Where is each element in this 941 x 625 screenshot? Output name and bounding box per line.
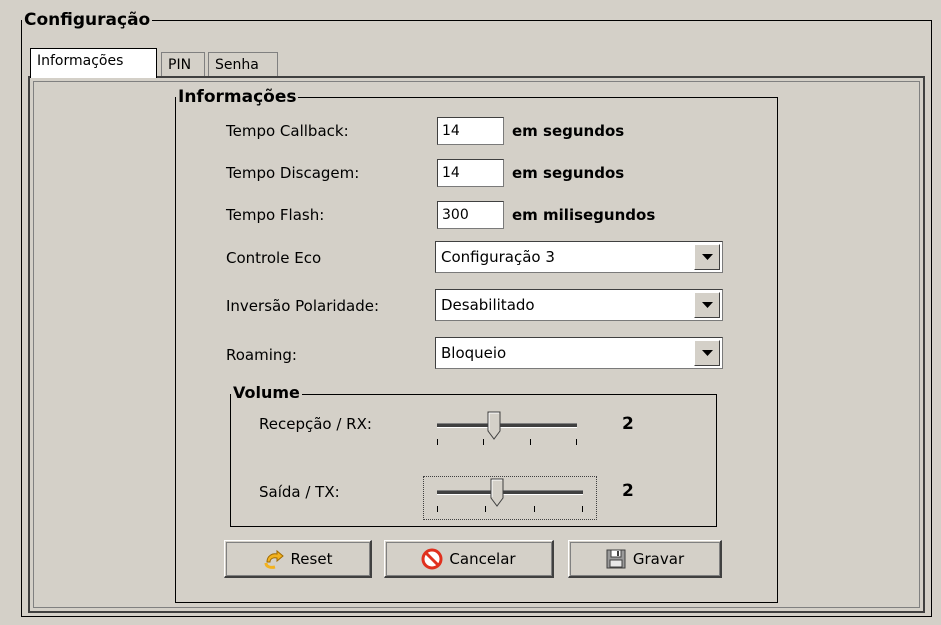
tempo-discagem-unit: em segundos [512, 164, 625, 182]
configuration-group-title: Configuração [22, 10, 153, 30]
cancel-icon [421, 548, 443, 569]
tempo-callback-unit: em segundos [512, 122, 625, 140]
slider-tick [576, 439, 577, 445]
tempo-callback-label: Tempo Callback: [226, 122, 349, 140]
chevron-down-icon [702, 254, 713, 260]
inversao-polaridade-select[interactable]: Desabilitado [435, 289, 723, 321]
reset-button[interactable]: Reset [224, 540, 372, 578]
tempo-discagem-label: Tempo Discagem: [226, 164, 360, 182]
cancel-button[interactable]: Cancelar [384, 540, 554, 578]
chevron-down-icon [702, 302, 713, 308]
info-group-title: Informações [176, 87, 299, 107]
recepcao-rx-label: Recepção / RX: [259, 415, 372, 433]
slider-tick [437, 506, 438, 512]
floppy-disk-icon [606, 549, 626, 568]
tempo-callback-input[interactable]: 14 [437, 117, 504, 145]
volume-group-title: Volume [231, 383, 302, 403]
chevron-down-icon [702, 350, 713, 356]
saida-tx-label: Saída / TX: [259, 483, 340, 501]
tempo-discagem-input[interactable]: 14 [437, 159, 504, 187]
slider-track [437, 490, 583, 495]
recepcao-rx-slider[interactable] [437, 411, 577, 451]
cancel-button-label: Cancelar [449, 549, 516, 568]
controle-eco-value: Configuração 3 [441, 248, 555, 266]
slider-tick [530, 439, 531, 445]
save-button-label: Gravar [632, 549, 685, 568]
tempo-flash-label: Tempo Flash: [226, 206, 325, 224]
slider-thumb[interactable] [487, 411, 501, 441]
inversao-polaridade-label: Inversão Polaridade: [226, 297, 380, 315]
slider-thumb[interactable] [490, 478, 504, 508]
tempo-flash-input[interactable]: 300 [437, 201, 504, 229]
inversao-polaridade-value: Desabilitado [441, 296, 535, 314]
tab-informacoes[interactable]: Informações [30, 48, 157, 78]
inversao-polaridade-dropdown-button[interactable] [694, 292, 720, 318]
tab-senha[interactable]: Senha [208, 52, 278, 78]
controle-eco-select[interactable]: Configuração 3 [435, 241, 723, 273]
saida-tx-value: 2 [622, 481, 634, 501]
saida-tx-slider[interactable] [437, 478, 583, 518]
controle-eco-label: Controle Eco [226, 249, 322, 267]
roaming-value: Bloqueio [441, 344, 507, 362]
slider-tick [485, 506, 486, 512]
controle-eco-dropdown-button[interactable] [694, 244, 720, 270]
reset-button-label: Reset [290, 549, 333, 568]
reset-arrow-icon [264, 549, 284, 569]
save-button[interactable]: Gravar [568, 540, 722, 578]
slider-track [437, 423, 577, 428]
recepcao-rx-value: 2 [622, 414, 634, 434]
slider-tick [582, 506, 583, 512]
slider-tick [483, 439, 484, 445]
roaming-label: Roaming: [226, 346, 297, 364]
roaming-dropdown-button[interactable] [694, 340, 720, 366]
tab-pin[interactable]: PIN [161, 52, 205, 78]
tempo-flash-unit: em milisegundos [512, 206, 656, 224]
slider-tick [534, 506, 535, 512]
roaming-select[interactable]: Bloqueio [435, 337, 723, 369]
slider-tick [437, 439, 438, 445]
